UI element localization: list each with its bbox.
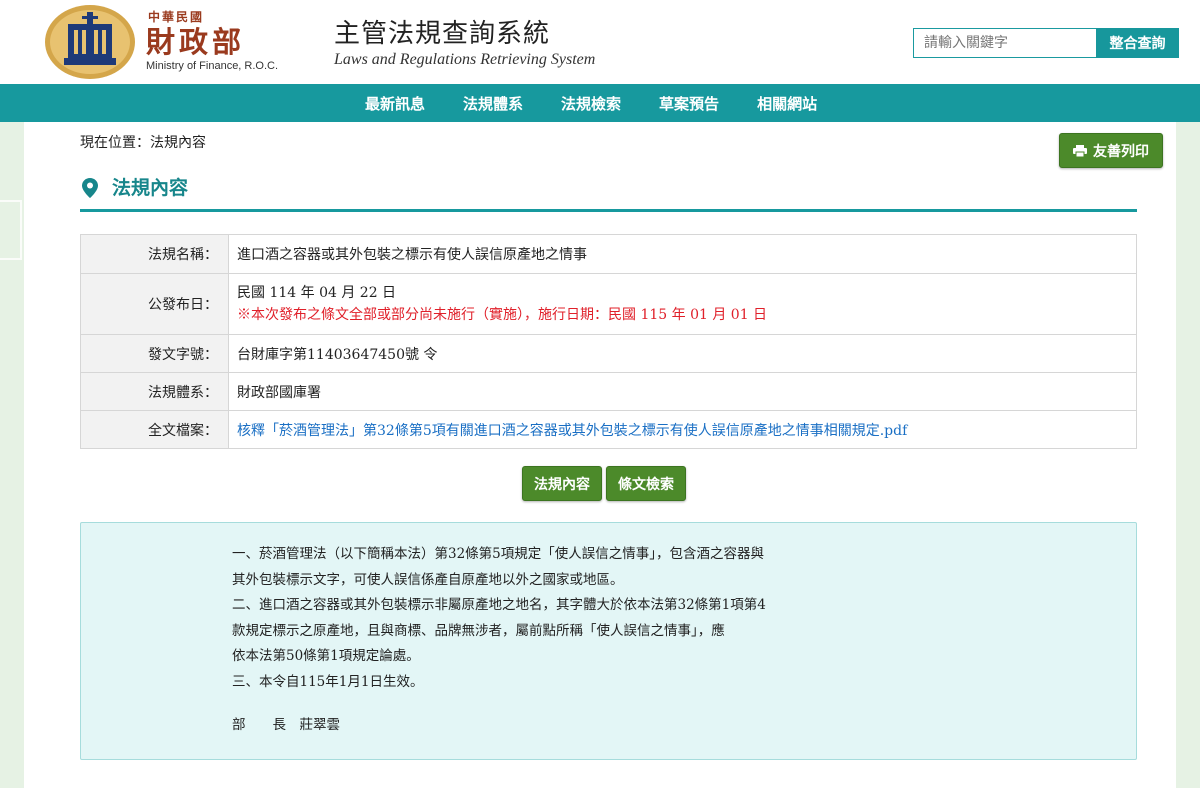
section-title: 法規內容 [112,177,189,199]
text-line: 款規定標示之原產地，且與商標、品牌無涉者，屬前點所稱「使人誤信之情事」，應 [232,622,725,639]
nav-item-news[interactable]: 最新訊息 [346,93,444,114]
date-cell: 民國 114 年 04 月 22 日 ※本次發布之條文全部或部分尚未施行（實施）… [228,273,1137,335]
regulation-info-table: 法規名稱： 進口酒之容器或其外包裝之標示有使人誤信原產地之情事 公發布日： 民國… [80,234,1137,449]
nav-item-search[interactable]: 法規檢索 [542,93,640,114]
print-button[interactable]: 友善列印 [1059,133,1163,168]
background-decoration [0,200,22,260]
table-row: 全文檔案： 核釋「菸酒管理法」第32條第5項有關進口酒之容器或其外包裝之標示有使… [80,410,1137,449]
nav-item-links[interactable]: 相關網站 [738,93,836,114]
date-label: 公發布日： [80,273,229,335]
system-title-english: Laws and Regulations Retrieving System [334,51,596,68]
nav-item-draft[interactable]: 草案預告 [640,93,738,114]
search-input[interactable] [913,28,1096,58]
search-bar: 整合查詢 [913,28,1179,58]
main-nav: 最新訊息 法規體系 法規檢索 草案預告 相關網站 [0,84,1200,122]
breadcrumb: 現在位置：法規內容 [80,135,206,151]
table-row: 發文字號： 台財庫字第11403647450號 令 [80,334,1137,373]
section-header: 法規內容 [80,176,1137,212]
system-label: 法規體系： [80,372,229,411]
org-english-name: Ministry of Finance, R.O.C. [146,60,279,72]
date-note: ※本次發布之條文全部或部分尚未施行（實施），施行日期：民國 115 年 01 月… [237,307,768,323]
name-label: 法規名稱： [80,234,229,274]
action-buttons: 法規內容 條文檢索 [522,466,686,501]
nav-item-system[interactable]: 法規體系 [444,93,542,114]
org-name: 財政部 [146,25,246,59]
table-row: 公發布日： 民國 114 年 04 月 22 日 ※本次發布之條文全部或部分尚未… [80,273,1137,335]
text-line: 依本法第50條第1項規定論處。 [232,648,420,664]
print-button-label: 友善列印 [1093,143,1149,160]
system-title-chinese: 主管法規查詢系統 [334,19,551,49]
doc-label: 發文字號： [80,334,229,373]
date-value: 民國 114 年 04 月 22 日 [237,285,397,301]
printer-icon [1073,144,1087,157]
main-content: 現在位置：法規內容 友善列印 法規內容 法規名稱： 進口酒之容器或其外包裝之標示… [24,122,1176,788]
ministry-name: 中華民國 財政部 Ministry of Finance, R.O.C. [146,8,278,72]
regulation-text-box: 一、菸酒管理法（以下簡稱本法）第32條第5項規定「使人誤信之情事」，包含酒之容器… [80,522,1137,760]
table-row: 法規名稱： 進口酒之容器或其外包裝之標示有使人誤信原產地之情事 [80,234,1137,274]
table-row: 法規體系： 財政部國庫署 [80,372,1137,411]
org-small-text: 中華民國 [148,10,205,24]
system-title: 主管法規查詢系統 Laws and Regulations Retrieving… [334,18,595,69]
text-line: 三、本令自115年1月1日生效。 [232,673,424,690]
location-pin-icon [82,178,98,198]
text-line: 一、菸酒管理法（以下簡稱本法）第32條第5項規定「使人誤信之情事」，包含酒之容器… [232,546,765,562]
name-value: 進口酒之容器或其外包裝之標示有使人誤信原產地之情事 [228,234,1137,274]
file-cell: 核釋「菸酒管理法」第32條第5項有關進口酒之容器或其外包裝之標示有使人誤信原產地… [228,410,1137,449]
text-line: 其外包裝標示文字，可使人誤信係產自原產地以外之國家或地區。 [232,571,624,588]
pdf-file-link[interactable]: 核釋「菸酒管理法」第32條第5項有關進口酒之容器或其外包裝之標示有使人誤信原產地… [237,423,907,439]
text-line: 二、進口酒之容器或其外包裝標示非屬原產地之地名，其字體大於依本法第32條第1項第… [232,597,766,613]
doc-value: 台財庫字第11403647450號 令 [228,334,1137,373]
content-button[interactable]: 法規內容 [522,466,602,501]
article-search-button[interactable]: 條文檢索 [606,466,686,501]
ministry-logo[interactable] [44,4,136,80]
system-value: 財政部國庫署 [228,372,1137,411]
signature: 部 長 莊翠雲 [232,717,340,733]
regulation-text: 一、菸酒管理法（以下簡稱本法）第32條第5項規定「使人誤信之情事」，包含酒之容器… [232,542,766,739]
site-header: 中華民國 財政部 Ministry of Finance, R.O.C. 主管法… [0,0,1200,84]
file-label: 全文檔案： [80,410,229,449]
search-button[interactable]: 整合查詢 [1096,28,1179,58]
